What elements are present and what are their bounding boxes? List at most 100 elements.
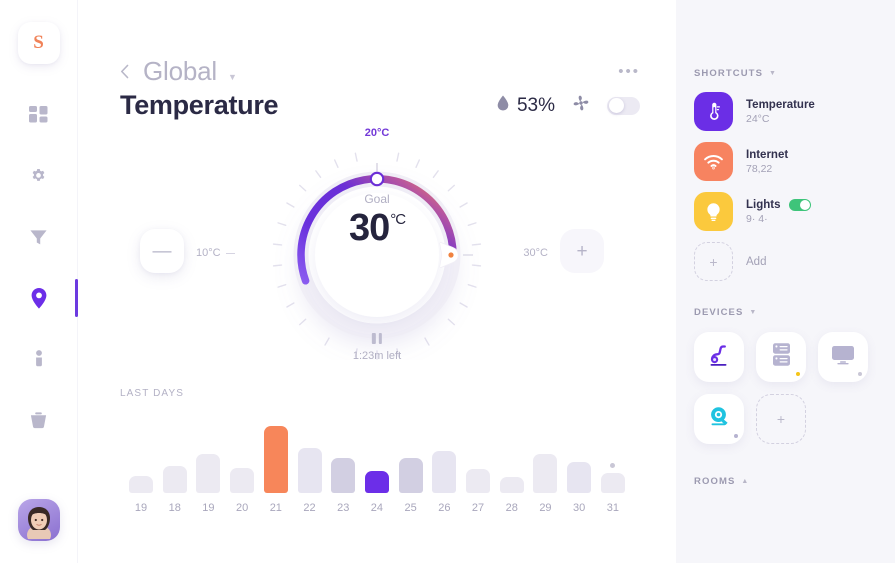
rooms-section: ROOMS ▲ [676, 476, 895, 487]
rooms-section-header[interactable]: ROOMS ▲ [676, 476, 895, 487]
sidebar-item-filter[interactable] [19, 220, 59, 254]
add-device-button[interactable]: + [756, 394, 806, 444]
shortcut-item[interactable]: Internet 78,22 [694, 142, 895, 181]
toggle-knob [799, 199, 810, 210]
camera-icon [707, 405, 731, 434]
left-nav-rail: S [0, 0, 78, 563]
bar[interactable] [499, 477, 524, 493]
bar-label: 23 [337, 502, 350, 514]
bar[interactable] [398, 458, 423, 493]
shortcut-title-row: Temperature [746, 99, 815, 111]
chevron-up-icon[interactable]: ▲ [741, 478, 749, 485]
bar-column[interactable] [396, 458, 426, 493]
pause-icon[interactable] [353, 333, 401, 344]
dial-inner-disc [315, 193, 439, 317]
sidebar-item-profile[interactable] [19, 342, 59, 376]
chevron-down-icon[interactable]: ▼ [749, 309, 757, 316]
last-days-chart: LAST DAYS 19 18 19 20 21 22 23 24 25 26 27 28 29 30 31 [78, 388, 676, 514]
shortcut-item[interactable]: Temperature 24°C [694, 92, 895, 131]
bar-column[interactable] [126, 476, 156, 493]
bar-chart-labels: 19 18 19 20 21 22 23 24 25 26 27 28 29 30 31 [120, 502, 634, 514]
devices-section-header[interactable]: DEVICES ▼ [676, 307, 895, 318]
bar-column[interactable] [564, 462, 594, 493]
bar-column[interactable] [227, 468, 257, 493]
device-card[interactable] [756, 332, 806, 382]
fan-icon[interactable] [572, 94, 590, 117]
back-chevron-icon[interactable] [120, 62, 133, 81]
sidebar-item-settings[interactable] [19, 159, 59, 193]
sidebar-item-dashboard[interactable] [19, 98, 59, 132]
bar[interactable] [129, 476, 153, 493]
bar[interactable] [432, 451, 457, 493]
bar[interactable] [567, 462, 592, 493]
dial-gauge[interactable] [227, 135, 527, 360]
bar[interactable] [162, 466, 187, 493]
devices-section: DEVICES ▼ + [676, 307, 895, 444]
shortcut-title-row: Lights [746, 198, 811, 211]
chevron-down-icon[interactable]: ▼ [769, 70, 777, 77]
bar-label: 25 [404, 502, 417, 514]
sidebar-item-location[interactable] [19, 279, 78, 317]
user-avatar[interactable] [17, 499, 60, 541]
bar[interactable] [600, 473, 625, 493]
shortcut-item[interactable]: Lights 9· 4· [694, 192, 895, 231]
sidebar-item-trash[interactable] [19, 403, 59, 437]
bar-column[interactable] [429, 451, 459, 493]
shortcut-subtitle: 24°C [746, 112, 770, 125]
bar[interactable] [196, 454, 221, 493]
app-logo[interactable]: S [17, 22, 60, 64]
device-status-dot [734, 434, 738, 438]
bar-column[interactable] [497, 477, 527, 493]
tv-icon [830, 344, 856, 371]
bar-column[interactable] [598, 463, 628, 493]
lights-toggle[interactable] [788, 198, 811, 211]
bar-label: 22 [303, 502, 316, 514]
dial-max-label-group: 30°C [523, 247, 548, 259]
bar[interactable] [263, 426, 288, 493]
bar[interactable] [297, 448, 322, 493]
bar-column[interactable] [261, 426, 291, 493]
bar-column[interactable] [530, 454, 560, 493]
bar-column[interactable] [463, 469, 493, 493]
bar-column[interactable] [193, 454, 223, 493]
timer-text: 1:23m left [352, 350, 402, 362]
timer-block: 1:23m left [353, 333, 401, 362]
devices-grid: + [676, 332, 895, 444]
bar-label: 26 [438, 502, 451, 514]
dashboard-grid-icon [29, 105, 48, 125]
shortcuts-list: Temperature 24°C Internet 78,22 Lights 9· 4· [676, 92, 895, 231]
shortcuts-section-header[interactable]: SHORTCUTS ▼ [676, 68, 895, 79]
bar-column[interactable] [328, 458, 358, 493]
thermometer-icon [694, 92, 733, 131]
chevron-down-icon[interactable]: ▼ [228, 72, 237, 82]
bar[interactable] [331, 458, 356, 493]
device-card[interactable] [694, 394, 744, 444]
bar-label: 19 [202, 502, 215, 514]
device-card[interactable] [694, 332, 744, 382]
bar-column[interactable] [160, 466, 190, 493]
app-root: S Global ▼ ••• Temperature 53% 20°C Goal… [0, 0, 895, 563]
devices-label: DEVICES [694, 307, 744, 318]
dial-handle-top [369, 171, 385, 187]
bar[interactable] [230, 468, 255, 493]
bar[interactable] [466, 469, 491, 493]
bar-column[interactable] [362, 471, 392, 493]
fan-toggle[interactable] [607, 96, 640, 115]
add-shortcut-button[interactable]: + Add [694, 242, 895, 281]
device-card[interactable] [818, 332, 868, 382]
breadcrumb-label[interactable]: Global [143, 56, 217, 87]
decrease-temperature-button[interactable]: — [140, 229, 184, 273]
bar[interactable] [364, 471, 389, 493]
logo-letter: S [33, 32, 44, 53]
add-shortcut-label: Add [746, 255, 767, 268]
more-options-button[interactable]: ••• [618, 64, 640, 79]
page-header: Global ▼ ••• Temperature 53% [78, 0, 676, 121]
min-tick-line [225, 252, 235, 254]
page-title: Temperature [120, 90, 279, 120]
shortcut-title-row: Internet [746, 149, 788, 161]
bar-column[interactable] [295, 448, 325, 493]
increase-temperature-button[interactable]: + [560, 229, 604, 273]
rail-icon-list [0, 98, 78, 437]
header-row: Temperature 53% [120, 90, 646, 121]
bar[interactable] [533, 454, 558, 493]
